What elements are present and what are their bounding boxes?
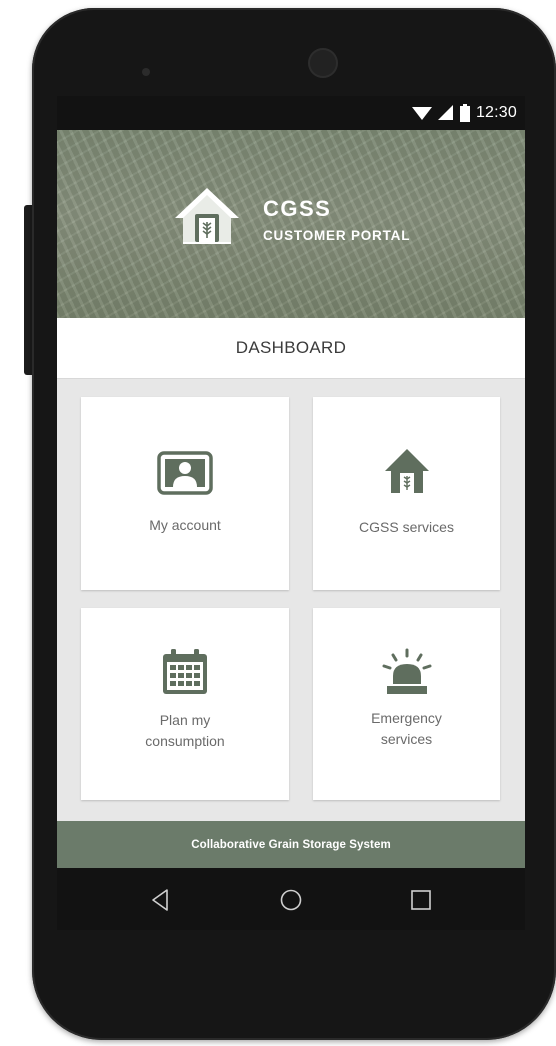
app-subtitle: CUSTOMER PORTAL: [263, 228, 411, 243]
signal-icon: [437, 105, 453, 120]
emergency-siren-icon: [382, 648, 431, 694]
grain-house-icon: [384, 449, 429, 493]
status-time: 12:30: [475, 104, 517, 121]
cgss-services-label: CGSS services: [359, 519, 454, 535]
dashboard-title: DASHBOARD: [235, 338, 347, 357]
my-account-label: My account: [149, 517, 221, 533]
emergency-services-label-line2: services: [380, 731, 433, 747]
front-camera: [308, 48, 338, 78]
plan-consumption-label-line1: Plan my: [159, 712, 211, 728]
emergency-services-tile[interactable]: Emergency services: [313, 608, 500, 800]
plan-consumption-label-line2: consumption: [145, 733, 225, 749]
dashboard-header: DASHBOARD: [57, 318, 525, 379]
calendar-icon: [163, 649, 207, 694]
brand-block: CGSS CUSTOMER PORTAL: [263, 196, 410, 243]
back-icon[interactable]: [147, 886, 175, 914]
recents-icon[interactable]: [407, 886, 435, 914]
header-banner: CGSS CUSTOMER PORTAL: [57, 130, 525, 318]
plan-consumption-tile[interactable]: Plan my consumption: [81, 608, 289, 800]
android-nav-bar: [57, 868, 525, 930]
footer-text: Collaborative Grain Storage System: [191, 838, 391, 851]
footer-bar: Collaborative Grain Storage System: [57, 821, 525, 868]
emergency-services-label-line1: Emergency: [371, 710, 442, 726]
app-title: CGSS: [263, 196, 332, 221]
emergency-services-label: Emergency services: [371, 708, 442, 750]
cgss-services-tile[interactable]: CGSS services: [313, 397, 500, 590]
grain-house-logo-icon: [175, 188, 239, 244]
plan-consumption-label: Plan my consumption: [145, 710, 224, 752]
wifi-icon: [411, 107, 432, 120]
home-icon[interactable]: [277, 886, 305, 914]
battery-icon: [459, 104, 470, 122]
my-account-tile[interactable]: My account: [81, 397, 289, 590]
status-icons: 12:30: [411, 103, 517, 123]
account-icon: [157, 451, 213, 495]
app-screen: 12:30 CGSS CUSTOMER PORTAL DASHBOARD My …: [57, 96, 525, 868]
phone-sensor: [142, 68, 150, 76]
status-bar: 12:30: [57, 96, 525, 130]
